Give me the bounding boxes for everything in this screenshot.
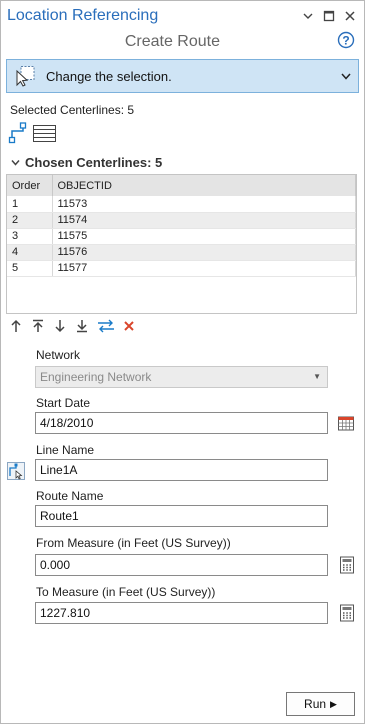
window-controls	[302, 10, 356, 22]
play-icon: ▶	[330, 698, 337, 709]
caret-down-icon: ▼	[313, 372, 321, 381]
chosen-centerlines-table: Order OBJECTID 1 11573 2 11574 3 11575 4…	[6, 174, 357, 314]
cell-objectid: 11576	[52, 244, 356, 261]
select-centerlines-icon[interactable]	[8, 122, 28, 144]
close-icon[interactable]	[344, 10, 356, 22]
cell-order: 1	[7, 196, 53, 213]
line-name-input[interactable]: Line1A	[35, 459, 328, 481]
calculator-icon[interactable]	[338, 604, 356, 622]
from-measure-input[interactable]: 0.000	[35, 554, 328, 576]
calculator-icon[interactable]	[338, 556, 356, 574]
chevron-down-icon[interactable]	[302, 10, 314, 22]
attribute-table-icon[interactable]	[32, 122, 58, 144]
create-route-pane: Location Referencing Create Route ? Chan…	[0, 0, 365, 724]
column-header-order[interactable]: Order	[7, 175, 53, 196]
table-header-row: Order OBJECTID	[7, 175, 356, 196]
cell-objectid: 11577	[52, 260, 356, 277]
selected-centerlines-count: Selected Centerlines: 5	[10, 103, 135, 117]
chevron-down-icon	[11, 160, 20, 166]
help-icon[interactable]: ?	[337, 31, 355, 49]
start-date-input[interactable]: 4/18/2010	[35, 412, 328, 434]
tool-title: Create Route	[124, 33, 220, 50]
network-value: Engineering Network	[40, 370, 152, 384]
line-name-label: Line Name	[36, 443, 95, 457]
move-bottom-icon[interactable]	[75, 319, 89, 333]
chevron-down-icon	[341, 73, 351, 80]
route-name-label: Route Name	[36, 489, 104, 503]
table-row[interactable]: 1 11573	[7, 196, 356, 213]
chosen-centerlines-header[interactable]: Chosen Centerlines: 5	[11, 155, 162, 170]
table-row[interactable]: 4 11576	[7, 244, 356, 261]
table-row[interactable]: 2 11574	[7, 212, 356, 229]
run-button-label: Run	[304, 697, 327, 711]
table-row[interactable]: 5 11577	[7, 260, 356, 277]
pane-title: Location Referencing	[7, 7, 159, 24]
chosen-centerlines-title: Chosen Centerlines: 5	[25, 155, 163, 170]
cell-order: 3	[7, 228, 53, 245]
cell-order: 5	[7, 260, 53, 277]
calendar-icon[interactable]	[337, 414, 355, 432]
pick-line-icon[interactable]	[7, 462, 25, 480]
cell-objectid: 11574	[52, 212, 356, 229]
remove-icon[interactable]	[123, 320, 135, 332]
select-cursor-icon	[16, 66, 35, 87]
route-name-input[interactable]: Route1	[35, 505, 328, 527]
cell-order: 4	[7, 244, 53, 261]
column-header-objectid[interactable]: OBJECTID	[52, 175, 356, 196]
move-down-icon[interactable]	[53, 319, 67, 333]
cell-order: 2	[7, 212, 53, 229]
network-select[interactable]: Engineering Network ▼	[35, 366, 328, 388]
svg-text:?: ?	[342, 33, 349, 47]
maximize-icon[interactable]	[323, 10, 335, 22]
row-order-tools	[9, 319, 135, 333]
start-date-label: Start Date	[36, 396, 91, 410]
move-top-icon[interactable]	[31, 319, 45, 333]
run-button[interactable]: Run ▶	[286, 692, 355, 716]
pane-titlebar: Location Referencing	[1, 1, 364, 33]
network-label: Network	[36, 348, 81, 362]
move-up-icon[interactable]	[9, 319, 23, 333]
to-measure-input[interactable]: 1227.810	[35, 602, 328, 624]
change-selection-dropdown[interactable]: Change the selection.	[6, 59, 359, 93]
centerline-tools	[8, 122, 58, 144]
from-measure-label: From Measure (in Feet (US Survey))	[36, 536, 231, 550]
reverse-icon[interactable]	[97, 319, 115, 333]
selection-label: Change the selection.	[46, 68, 172, 84]
table-row[interactable]: 3 11575	[7, 228, 356, 245]
cell-objectid: 11573	[52, 196, 356, 213]
to-measure-label: To Measure (in Feet (US Survey))	[36, 585, 216, 599]
cell-objectid: 11575	[52, 228, 356, 245]
